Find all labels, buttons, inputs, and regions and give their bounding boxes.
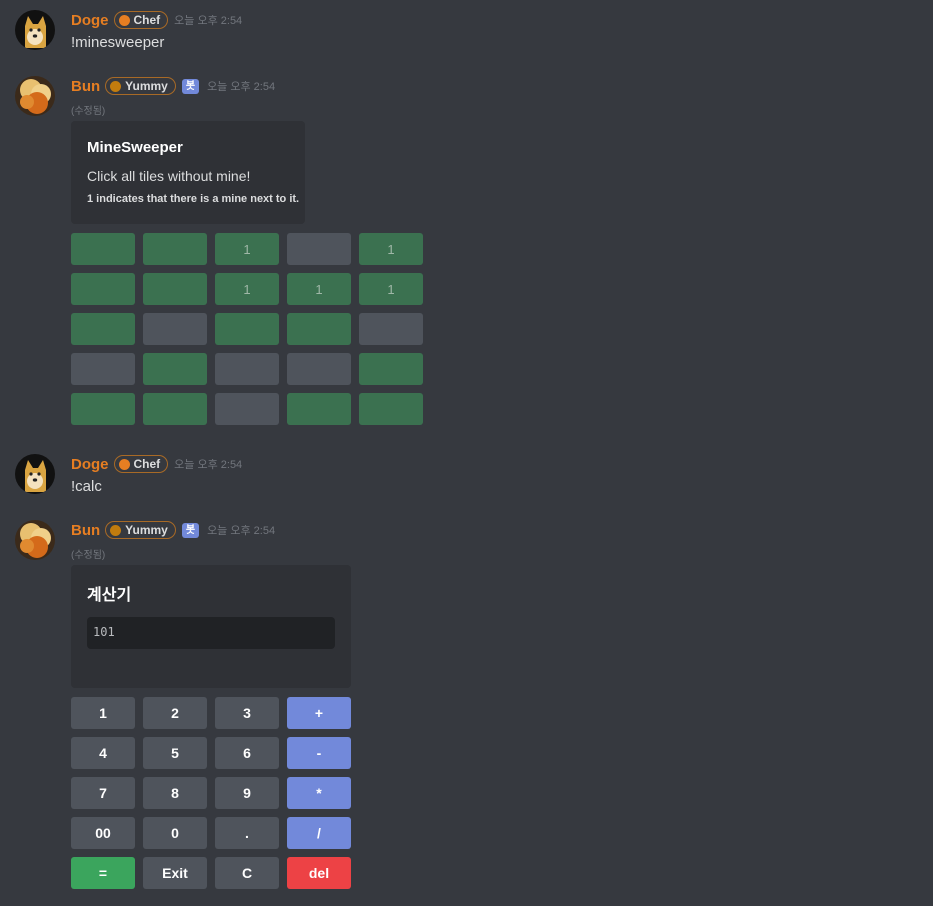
doge-avatar[interactable] [15, 454, 55, 494]
calc-button-8[interactable]: 8 [143, 777, 207, 809]
embed-footer: 1 indicates that there is a mine next to… [87, 193, 300, 205]
edited-label: (수정됨) [71, 106, 106, 117]
mine-tile[interactable] [143, 393, 207, 425]
calc-button-plus[interactable]: + [287, 697, 351, 729]
role-badge[interactable]: Yummy [105, 521, 176, 539]
role-label: Chef [133, 13, 161, 27]
username[interactable]: Bun [71, 78, 100, 95]
bun-avatar[interactable] [15, 520, 55, 560]
timestamp[interactable]: 오늘 오후 2:54 [207, 78, 275, 94]
calc-button-00[interactable]: 00 [71, 817, 135, 849]
calc-button-6[interactable]: 6 [215, 737, 279, 769]
mine-tile[interactable] [287, 393, 351, 425]
calc-button-3[interactable]: 3 [215, 697, 279, 729]
calc-button-2[interactable]: 2 [143, 697, 207, 729]
embed-description: Click all tiles without mine! [87, 168, 251, 184]
mine-tile[interactable]: 1 [215, 233, 279, 265]
role-badge[interactable]: Chef [113, 455, 169, 473]
message-text: !minesweeper [71, 34, 165, 51]
calc-button-0[interactable]: 0 [143, 817, 207, 849]
calc-button-minus[interactable]: - [287, 737, 351, 769]
embed-title: MineSweeper [87, 139, 183, 156]
calculator-buttons: 1 2 3 +4 5 6- 7 8 9 * 00 0. / = Exit Cdel [71, 697, 351, 889]
mine-tile[interactable] [71, 353, 135, 385]
mine-tile[interactable] [359, 393, 423, 425]
calc-button-del[interactable]: del [287, 857, 351, 889]
calc-button-9[interactable]: 9 [215, 777, 279, 809]
timestamp[interactable]: 오늘 오후 2:54 [207, 522, 275, 538]
role-dot-icon [118, 14, 130, 26]
calc-button-c[interactable]: C [215, 857, 279, 889]
calc-button-exit[interactable]: Exit [143, 857, 207, 889]
username[interactable]: Bun [71, 522, 100, 539]
mine-tile[interactable] [71, 233, 135, 265]
mine-tile[interactable] [143, 273, 207, 305]
role-label: Yummy [125, 79, 168, 93]
timestamp[interactable]: 오늘 오후 2:54 [174, 456, 242, 472]
bot-badge: 봇 [181, 78, 200, 94]
bun-avatar[interactable] [15, 76, 55, 116]
timestamp[interactable]: 오늘 오후 2:54 [174, 12, 242, 28]
mine-tile[interactable] [359, 353, 423, 385]
calculator-display: 101 [87, 617, 335, 649]
calculator-embed: 계산기 101 [71, 565, 351, 688]
mine-tile[interactable] [71, 393, 135, 425]
embed-title: 계산기 [87, 587, 132, 604]
role-dot-icon [110, 524, 122, 536]
mine-tile[interactable] [287, 313, 351, 345]
mine-tile[interactable] [215, 353, 279, 385]
mine-tile[interactable] [143, 233, 207, 265]
mine-tile[interactable]: 1 [359, 233, 423, 265]
mine-tile[interactable] [287, 353, 351, 385]
mine-tile[interactable] [359, 313, 423, 345]
mine-tile[interactable] [215, 313, 279, 345]
role-dot-icon [110, 80, 122, 92]
mine-tile[interactable] [287, 233, 351, 265]
role-badge[interactable]: Chef [113, 11, 169, 29]
mine-tile[interactable]: 1 [287, 273, 351, 305]
calc-button-multiply[interactable]: * [287, 777, 351, 809]
mine-tile[interactable]: 1 [215, 273, 279, 305]
bot-badge: 봇 [181, 522, 200, 538]
mine-tile[interactable] [215, 393, 279, 425]
calc-button-4[interactable]: 4 [71, 737, 135, 769]
calc-button-equals[interactable]: = [71, 857, 135, 889]
mine-tile[interactable] [143, 353, 207, 385]
role-badge[interactable]: Yummy [105, 77, 176, 95]
username[interactable]: Doge [71, 456, 109, 473]
mine-tile[interactable] [71, 313, 135, 345]
calc-button-5[interactable]: 5 [143, 737, 207, 769]
message-header: Doge Chef 오늘 오후 2:54 [71, 8, 242, 32]
mine-tile[interactable] [71, 273, 135, 305]
mine-tile[interactable] [143, 313, 207, 345]
role-label: Yummy [125, 523, 168, 537]
edited-label: (수정됨) [71, 550, 106, 561]
calc-button-1[interactable]: 1 [71, 697, 135, 729]
message-header: Bun Yummy 봇 오늘 오후 2:54 [71, 518, 275, 542]
doge-avatar[interactable] [15, 10, 55, 50]
message-text: !calc [71, 478, 102, 495]
minesweeper-grid: 11111 [71, 233, 423, 425]
role-dot-icon [118, 458, 130, 470]
minesweeper-embed: MineSweeper Click all tiles without mine… [71, 121, 305, 224]
calc-button-decimal[interactable]: . [215, 817, 279, 849]
message-header: Bun Yummy 봇 오늘 오후 2:54 [71, 74, 275, 98]
username[interactable]: Doge [71, 12, 109, 29]
message-header: Doge Chef 오늘 오후 2:54 [71, 452, 242, 476]
role-label: Chef [133, 457, 161, 471]
mine-tile[interactable]: 1 [359, 273, 423, 305]
calc-button-7[interactable]: 7 [71, 777, 135, 809]
calc-button-divide[interactable]: / [287, 817, 351, 849]
